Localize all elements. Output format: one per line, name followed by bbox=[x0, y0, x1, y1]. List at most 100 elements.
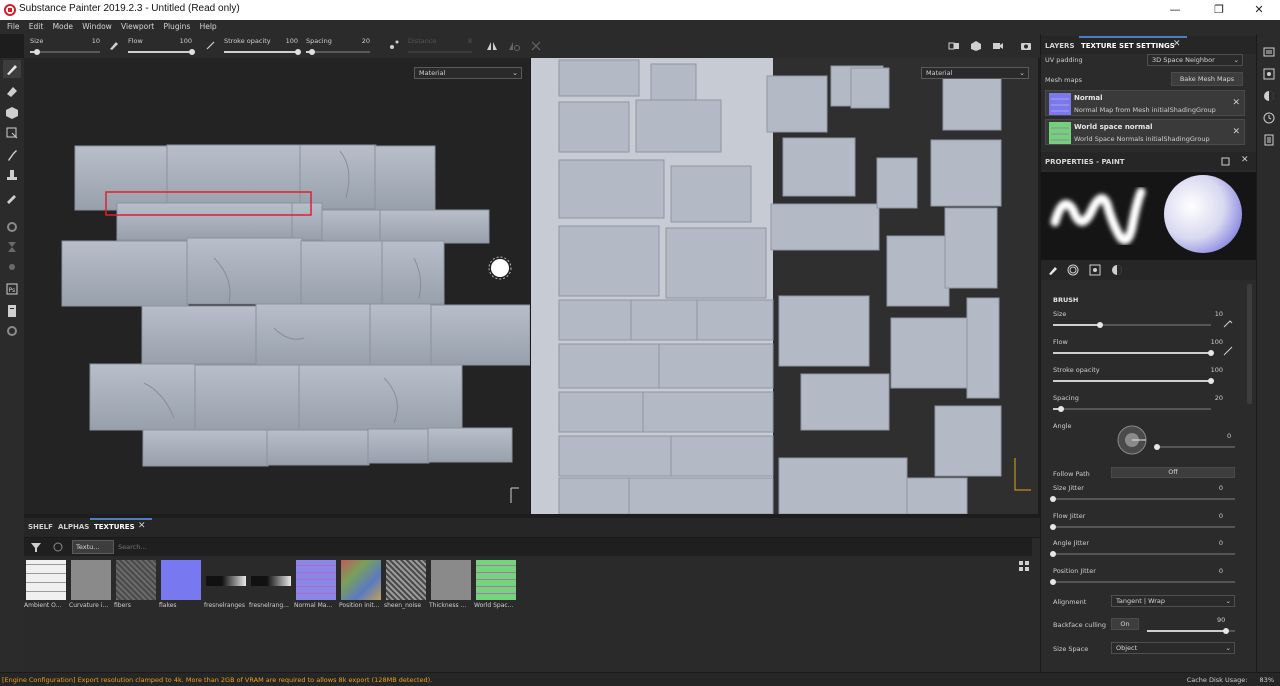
shelf-search-input[interactable] bbox=[118, 540, 318, 554]
symmetry-settings-icon[interactable] bbox=[508, 40, 520, 52]
material-select-3d[interactable]: Material ⌄ bbox=[414, 67, 522, 79]
history-icon[interactable] bbox=[1263, 112, 1275, 124]
filter-chip-textures[interactable]: Textu... bbox=[72, 540, 114, 554]
texture-thumbnail[interactable] bbox=[431, 560, 471, 600]
cube-icon[interactable] bbox=[970, 40, 982, 52]
material-tab-icon[interactable] bbox=[1111, 264, 1123, 276]
slider-track[interactable] bbox=[1050, 579, 1235, 585]
slider-knob[interactable] bbox=[1097, 322, 1104, 328]
stone-wall-mesh[interactable] bbox=[24, 58, 531, 514]
backface-culling-value[interactable]: 90 bbox=[1217, 616, 1225, 624]
material-select-2d[interactable]: Material ⌄ bbox=[921, 67, 1029, 79]
jitter-slider-angle-jitter[interactable]: Angle Jitter 0 bbox=[1050, 539, 1237, 559]
slider-value[interactable]: 0 bbox=[1219, 512, 1223, 520]
polygon-fill-tool[interactable] bbox=[3, 124, 21, 142]
slider-value[interactable]: 100 bbox=[1211, 338, 1223, 346]
slider-value[interactable]: 0 bbox=[1219, 484, 1223, 492]
backface-culling-toggle[interactable]: On bbox=[1111, 618, 1139, 630]
menu-window[interactable]: Window bbox=[75, 20, 112, 34]
close-window-button[interactable]: ✕ bbox=[1244, 2, 1274, 18]
slider-knob[interactable] bbox=[1050, 579, 1056, 585]
viewport-2d[interactable]: Material ⌄ bbox=[531, 58, 1038, 514]
size-space-select[interactable]: Object ⌄ bbox=[1111, 642, 1235, 654]
bake-tool[interactable] bbox=[3, 218, 21, 236]
uv-padding-select[interactable]: 3D Space Neighbor ⌄ bbox=[1147, 54, 1243, 66]
texture-thumbnail[interactable] bbox=[206, 576, 246, 586]
slider-knob[interactable] bbox=[1050, 551, 1056, 557]
menu-plugins[interactable]: Plugins bbox=[156, 20, 190, 34]
brush-slider-spacing[interactable]: Spacing 20 bbox=[1053, 394, 1237, 414]
refresh-circle-icon[interactable] bbox=[52, 541, 64, 553]
spacing-value[interactable]: 20 bbox=[362, 37, 370, 45]
texture-thumbnail[interactable] bbox=[386, 560, 426, 600]
slider-value[interactable]: 0 bbox=[1219, 539, 1223, 547]
close-tab-icon[interactable]: ✕ bbox=[1173, 39, 1181, 49]
layers-icon[interactable] bbox=[1263, 46, 1275, 58]
slider-knob[interactable] bbox=[1050, 524, 1056, 530]
view-mode-icon[interactable] bbox=[948, 40, 960, 52]
uv-layout-view[interactable] bbox=[531, 58, 1038, 514]
tab-textures[interactable]: TEXTURES bbox=[94, 523, 135, 531]
symmetry-icon[interactable] bbox=[486, 40, 498, 52]
brush-tab-icon[interactable] bbox=[1047, 264, 1059, 276]
close-icon[interactable]: ✕ bbox=[1241, 155, 1249, 165]
mesh-map-world-space-normal[interactable]: World space normal World Space Normals i… bbox=[1045, 119, 1245, 145]
alignment-select[interactable]: Tangent | Wrap ⌄ bbox=[1111, 595, 1235, 607]
slider-track[interactable] bbox=[1050, 551, 1235, 557]
paint-tool[interactable] bbox=[3, 60, 21, 78]
slider-value[interactable]: 10 bbox=[1215, 310, 1223, 318]
jitter-slider-size-jitter[interactable]: Size Jitter 0 bbox=[1050, 484, 1237, 504]
tab-alphas[interactable]: ALPHAS bbox=[58, 523, 89, 531]
slider-knob[interactable] bbox=[1057, 406, 1064, 412]
slider-track[interactable] bbox=[1053, 378, 1214, 384]
grid-view-icon[interactable] bbox=[1018, 560, 1030, 572]
slider-value[interactable]: 0 bbox=[1219, 567, 1223, 575]
size-pressure-icon[interactable] bbox=[1223, 318, 1233, 328]
tab-shelf[interactable]: SHELF bbox=[28, 523, 53, 531]
angle-slider-knob[interactable] bbox=[1154, 444, 1160, 450]
alpha-tab-icon[interactable] bbox=[1067, 264, 1079, 276]
flow-slider[interactable]: Flow 100 bbox=[128, 36, 195, 56]
size-value[interactable]: 10 bbox=[92, 37, 100, 45]
slider-value[interactable]: 20 bbox=[1215, 394, 1223, 402]
backface-culling-slider[interactable] bbox=[1147, 628, 1235, 634]
clone-tool[interactable] bbox=[3, 166, 21, 184]
stroke-opacity-value[interactable]: 100 bbox=[286, 37, 298, 45]
physics-tool[interactable] bbox=[3, 258, 21, 276]
angle-slider[interactable] bbox=[1154, 444, 1235, 450]
slider-track[interactable] bbox=[1053, 406, 1211, 412]
eraser-tool[interactable] bbox=[3, 82, 21, 100]
texture-set-icon[interactable] bbox=[1263, 68, 1275, 80]
bake-mesh-maps-button[interactable]: Bake Mesh Maps bbox=[1171, 72, 1243, 86]
texture-thumbnail[interactable] bbox=[26, 560, 66, 600]
follow-path-toggle[interactable]: Off bbox=[1111, 467, 1235, 478]
viewport-3d[interactable]: Material ⌄ bbox=[24, 58, 531, 514]
color-picker-tool[interactable] bbox=[3, 188, 21, 206]
lazy-mouse-icon[interactable] bbox=[388, 39, 400, 51]
photoshop-tool[interactable]: Ps bbox=[3, 280, 21, 298]
remove-map-icon[interactable]: ✕ bbox=[1232, 98, 1240, 108]
slider-track[interactable] bbox=[1050, 496, 1235, 502]
menu-file[interactable]: File bbox=[0, 20, 20, 34]
jitter-slider-position-jitter[interactable]: Position Jitter 0 bbox=[1050, 567, 1237, 587]
tab-texture-set-settings[interactable]: TEXTURE SET SETTINGS bbox=[1081, 42, 1175, 50]
slider-knob[interactable] bbox=[1208, 378, 1214, 384]
texture-thumbnail[interactable] bbox=[71, 560, 111, 600]
flow-pressure-icon[interactable] bbox=[205, 39, 217, 51]
size-slider[interactable]: Size 10 bbox=[30, 36, 100, 56]
mesh-map-normal[interactable]: Normal Normal Map from Mesh initialShadi… bbox=[1045, 90, 1245, 116]
angle-value[interactable]: 0 bbox=[1227, 432, 1231, 440]
pen-pressure-icon[interactable] bbox=[108, 39, 120, 51]
hourglass-tool[interactable] bbox=[3, 238, 21, 256]
maximize-button[interactable]: ❐ bbox=[1204, 2, 1234, 18]
slider-knob[interactable] bbox=[1050, 496, 1056, 502]
tab-layers[interactable]: LAYERS bbox=[1045, 42, 1075, 50]
filter-icon[interactable] bbox=[30, 541, 42, 553]
menu-help[interactable]: Help bbox=[193, 20, 217, 34]
projection-tool[interactable] bbox=[3, 104, 21, 122]
texture-thumbnail[interactable] bbox=[476, 560, 516, 600]
screenshot-camera-icon[interactable] bbox=[1020, 40, 1032, 52]
smudge-tool[interactable] bbox=[3, 146, 21, 164]
detach-icon[interactable] bbox=[1221, 157, 1230, 166]
spacing-slider[interactable]: Spacing 20 bbox=[306, 36, 370, 56]
